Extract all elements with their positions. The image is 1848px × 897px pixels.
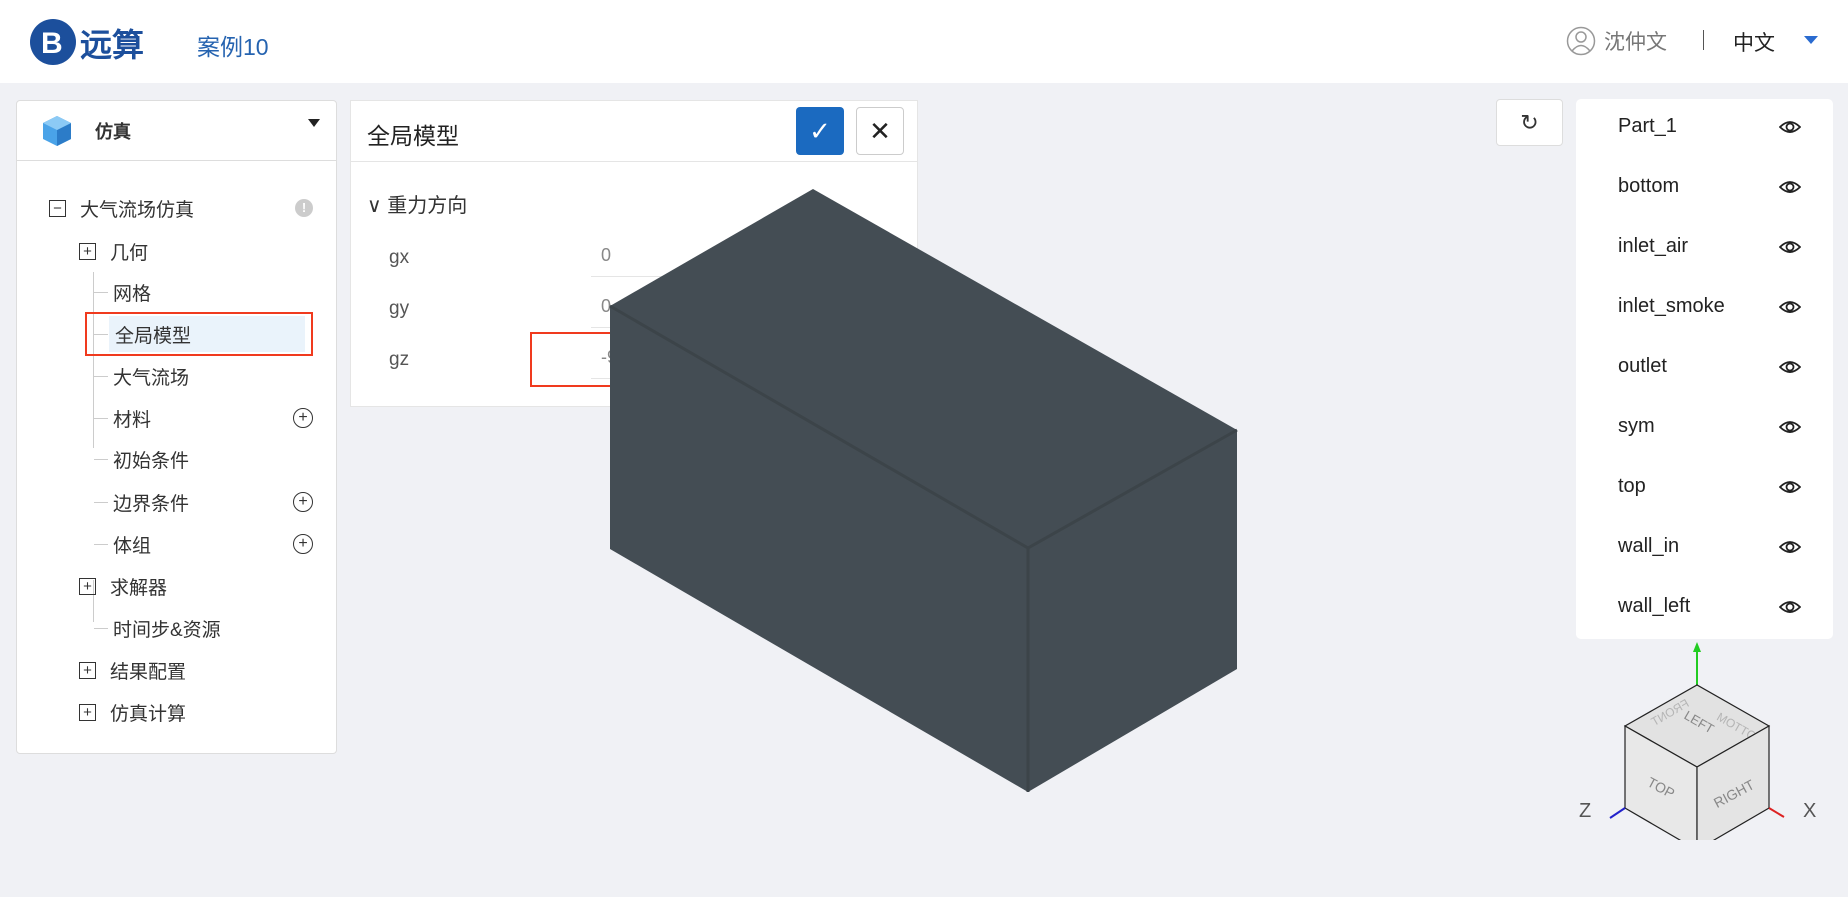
part-item[interactable]: wall_left [1618, 595, 1690, 618]
part-item[interactable]: bottom [1618, 175, 1679, 198]
x-axis [1768, 807, 1785, 818]
y-axis-arrow [1693, 642, 1701, 652]
part-item[interactable]: Part_1 [1618, 115, 1677, 138]
part-item[interactable]: inlet_air [1618, 235, 1688, 258]
eye-icon[interactable] [1779, 357, 1801, 377]
eye-icon[interactable] [1779, 477, 1801, 497]
part-item[interactable]: top [1618, 475, 1646, 498]
eye-icon[interactable] [1779, 177, 1801, 197]
eye-icon[interactable] [1779, 237, 1801, 257]
parts-list: Part_1 bottom inlet_air inlet_smoke outl… [1576, 99, 1833, 639]
x-axis-label: X [1803, 800, 1816, 822]
part-item[interactable]: wall_in [1618, 535, 1679, 558]
refresh-icon: ↻ [1520, 109, 1539, 135]
part-item[interactable]: outlet [1618, 355, 1667, 378]
z-axis-label: Z [1579, 800, 1591, 822]
model-box [610, 189, 1237, 792]
part-item[interactable]: inlet_smoke [1618, 295, 1725, 318]
reset-view-button[interactable]: ↻ [1496, 99, 1563, 146]
eye-icon[interactable] [1779, 537, 1801, 557]
eye-icon[interactable] [1779, 297, 1801, 317]
eye-icon[interactable] [1779, 597, 1801, 617]
eye-icon[interactable] [1779, 117, 1801, 137]
eye-icon[interactable] [1779, 417, 1801, 437]
view-cube[interactable]: FRONT BOTTOM LEFT TOP RIGHT Z X [1560, 640, 1848, 840]
z-axis [1609, 807, 1626, 819]
part-item[interactable]: sym [1618, 415, 1655, 438]
